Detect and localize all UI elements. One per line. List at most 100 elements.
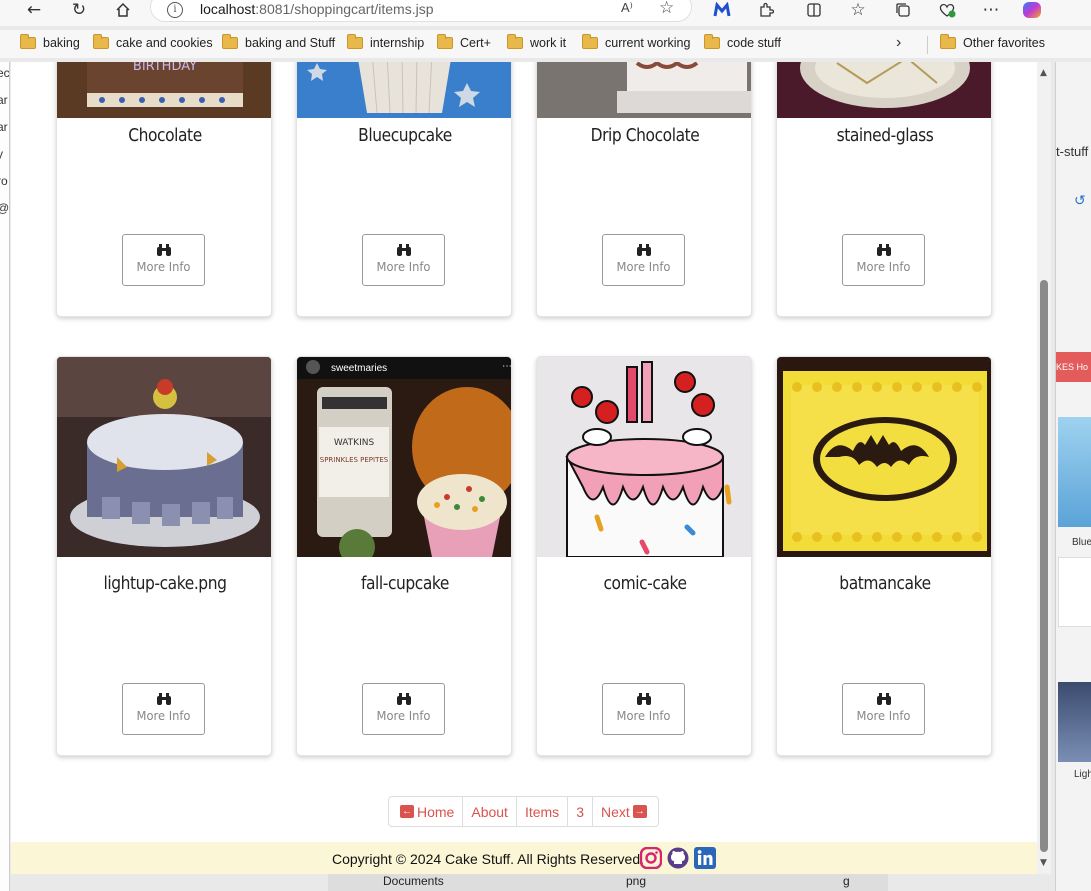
image-caption: sweetmaries (331, 363, 387, 374)
bookmark-folder[interactable]: code stuff (704, 34, 781, 50)
pagination: ← Home About Items 3 Next → (388, 796, 659, 827)
product-card: BIRTHDAY Chocolate More Info (56, 62, 272, 317)
items-page-link[interactable]: Items (517, 797, 569, 826)
instagram-icon[interactable] (640, 847, 662, 869)
binoculars-icon (636, 244, 651, 256)
next-page-link[interactable]: Next → (593, 797, 658, 826)
folder-icon (704, 34, 720, 49)
copilot-icon[interactable] (1020, 0, 1044, 20)
product-image (537, 62, 751, 118)
bookmark-folder[interactable]: cake and cookies (93, 34, 213, 50)
more-info-button[interactable]: More Info (602, 234, 685, 286)
bg-text: ro (0, 174, 8, 188)
browser-toolbar: ← ↻ i localhost:8081/shoppingcart/items.… (0, 0, 1091, 26)
read-aloud-icon[interactable]: A⁾ (621, 0, 633, 16)
more-info-label: More Info (376, 708, 431, 723)
more-info-button[interactable]: More Info (842, 683, 925, 735)
product-image (777, 62, 991, 118)
about-page-link[interactable]: About (463, 797, 517, 826)
product-image (537, 357, 751, 557)
product-card: Drip Chocolate More Info (536, 62, 752, 317)
site-info-icon[interactable]: i (167, 2, 183, 18)
product-image: BIRTHDAY (57, 62, 271, 118)
favorite-star-icon[interactable]: ☆ (659, 0, 674, 18)
more-info-label: More Info (136, 259, 191, 274)
home-label: Home (417, 803, 455, 820)
bookmark-folder[interactable]: internship (347, 34, 424, 50)
split-screen-icon[interactable] (802, 0, 826, 20)
more-info-label: More Info (616, 259, 671, 274)
more-info-label: More Info (616, 708, 671, 723)
more-info-button[interactable]: More Info (362, 683, 445, 735)
more-info-button[interactable]: More Info (122, 234, 205, 286)
product-card: comic-cake More Info (536, 356, 752, 756)
other-favorites-folder[interactable]: Other favorites (940, 34, 1045, 50)
page-number-link[interactable]: 3 (568, 797, 593, 826)
chevron-right-icon[interactable]: › (896, 34, 901, 52)
folder-icon (20, 34, 36, 49)
page-content: BIRTHDAY Chocolate More Info Bluecupcake… (11, 62, 1037, 874)
more-info-button[interactable]: More Info (122, 683, 205, 735)
url-text[interactable]: localhost:8081/shoppingcart/items.jsp (200, 1, 433, 17)
bg-text: ar (0, 120, 8, 134)
folder-icon (582, 34, 598, 49)
jar-brand: WATKINS (334, 438, 375, 448)
extensions-icon[interactable] (754, 0, 778, 20)
bookmark-folder[interactable]: baking (20, 34, 80, 50)
bg-card (1058, 557, 1091, 627)
product-name: fall-cupcake (360, 573, 450, 594)
bookmark-folder[interactable]: current working (582, 34, 690, 50)
bg-text: y (0, 143, 9, 170)
binoculars-icon (156, 244, 171, 256)
scrollbar-thumb[interactable] (1040, 280, 1048, 852)
more-info-button[interactable]: More Info (362, 234, 445, 286)
product-card: lightup-cake.png More Info (56, 356, 272, 756)
bg-thumbnail (1058, 417, 1091, 527)
binoculars-icon (636, 693, 651, 705)
bookmark-folder[interactable]: baking and Stuff (222, 34, 335, 50)
folder-icon (347, 34, 363, 49)
product-card: sweetmaries ⋯ WATKINS SPRINKLES PEPITES … (296, 356, 512, 756)
back-icon[interactable]: ← (22, 0, 46, 20)
bookmark-folder[interactable]: Cert+ (437, 34, 491, 50)
scroll-down-icon[interactable]: ▼ (1040, 858, 1047, 868)
more-info-button[interactable]: More Info (602, 683, 685, 735)
svg-text:⋯: ⋯ (502, 361, 512, 372)
home-icon[interactable] (111, 0, 135, 20)
more-menu-icon[interactable]: ⋯ (979, 0, 1003, 20)
favorites-icon[interactable]: ☆ (846, 0, 870, 20)
linkedin-icon[interactable] (694, 847, 716, 869)
background-taskbar: Documents png g (328, 874, 888, 891)
background-window-right: t-stuff ↺ KES Ho Bluec Ligh (1055, 62, 1091, 891)
arrow-right-icon: → (632, 805, 647, 818)
scroll-up-icon[interactable]: ▲ (1040, 68, 1047, 78)
product-image: sweetmaries ⋯ WATKINS SPRINKLES PEPITES (297, 357, 512, 557)
product-card: stained-glass More Info (776, 62, 992, 317)
copyright-text: Copyright © 2024 Cake Stuff. All Rights … (332, 851, 644, 867)
more-info-label: More Info (856, 259, 911, 274)
more-info-button[interactable]: More Info (842, 234, 925, 286)
address-bar[interactable]: i localhost:8081/shoppingcart/items.jsp … (150, 0, 692, 22)
home-page-link[interactable]: ← Home (389, 797, 464, 826)
binoculars-icon (876, 693, 891, 705)
browser-essentials-icon[interactable] (935, 0, 959, 20)
product-name: comic-cake (603, 573, 687, 594)
bg-text: ar (0, 93, 8, 107)
background-window-left: ec ar ar y ro @ (0, 62, 10, 891)
bg-label: Ligh (1074, 769, 1091, 780)
bg-tab-text: t-stuff (1056, 144, 1089, 159)
folder-icon (93, 34, 109, 49)
refresh-icon[interactable]: ↻ (67, 0, 91, 20)
page-scrollbar[interactable]: ▲ ▼ (1037, 62, 1051, 874)
product-card: Bluecupcake More Info (296, 62, 512, 317)
product-image (297, 62, 511, 118)
github-icon[interactable] (667, 847, 689, 869)
jar-label: SPRINKLES PEPITES (320, 456, 389, 464)
malwarebytes-icon[interactable] (710, 0, 734, 20)
bg-item: Documents (383, 874, 444, 888)
bookmark-folder[interactable]: work it (507, 34, 566, 50)
bg-text: ec (0, 66, 10, 80)
more-info-label: More Info (136, 708, 191, 723)
more-info-label: More Info (376, 259, 431, 274)
collections-icon[interactable] (891, 0, 915, 20)
